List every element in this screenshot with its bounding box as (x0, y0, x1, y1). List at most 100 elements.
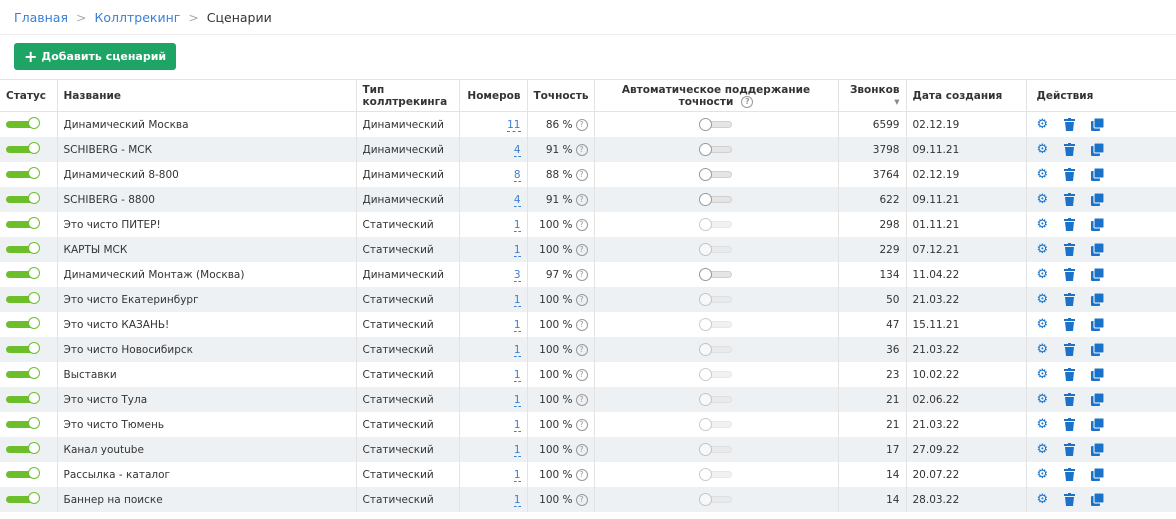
copy-icon[interactable] (1090, 167, 1104, 181)
status-toggle[interactable] (6, 242, 40, 254)
copy-icon[interactable] (1090, 217, 1104, 231)
copy-icon[interactable] (1090, 492, 1104, 506)
breadcrumb-home[interactable]: Главная (14, 10, 68, 25)
help-icon[interactable]: ? (741, 95, 754, 108)
trash-icon[interactable] (1063, 493, 1077, 506)
settings-gear-icon[interactable]: ⚙ (1037, 343, 1050, 356)
copy-icon[interactable] (1090, 267, 1104, 281)
help-icon[interactable]: ? (575, 118, 588, 131)
numbers-link[interactable]: 1 (513, 243, 521, 257)
copy-icon[interactable] (1090, 467, 1104, 481)
settings-gear-icon[interactable]: ⚙ (1037, 293, 1050, 306)
status-toggle[interactable] (6, 392, 40, 404)
numbers-link[interactable]: 1 (513, 218, 521, 232)
copy-icon[interactable] (1090, 342, 1104, 356)
status-toggle[interactable] (6, 317, 40, 329)
numbers-link[interactable]: 1 (513, 443, 521, 457)
trash-icon[interactable] (1063, 168, 1077, 181)
numbers-link[interactable]: 1 (513, 468, 521, 482)
settings-gear-icon[interactable]: ⚙ (1037, 368, 1050, 381)
numbers-link[interactable]: 11 (507, 118, 521, 132)
settings-gear-icon[interactable]: ⚙ (1037, 443, 1050, 456)
status-toggle[interactable] (6, 342, 40, 354)
help-icon[interactable]: ? (575, 218, 588, 231)
trash-icon[interactable] (1063, 143, 1077, 156)
help-icon[interactable]: ? (575, 493, 588, 506)
settings-gear-icon[interactable]: ⚙ (1037, 418, 1050, 431)
trash-icon[interactable] (1063, 468, 1077, 481)
help-icon[interactable]: ? (575, 268, 588, 281)
trash-icon[interactable] (1063, 343, 1077, 356)
help-icon[interactable]: ? (575, 168, 588, 181)
trash-icon[interactable] (1063, 193, 1077, 206)
auto-accuracy-toggle[interactable] (699, 268, 732, 281)
add-scenario-button[interactable]: + Добавить сценарий (14, 43, 177, 70)
trash-icon[interactable] (1063, 118, 1077, 131)
trash-icon[interactable] (1063, 293, 1077, 306)
numbers-link[interactable]: 1 (513, 318, 521, 332)
settings-gear-icon[interactable]: ⚙ (1037, 468, 1050, 481)
copy-icon[interactable] (1090, 242, 1104, 256)
status-toggle[interactable] (6, 492, 40, 504)
settings-gear-icon[interactable]: ⚙ (1037, 143, 1050, 156)
trash-icon[interactable] (1063, 368, 1077, 381)
trash-icon[interactable] (1063, 443, 1077, 456)
settings-gear-icon[interactable]: ⚙ (1037, 493, 1050, 506)
copy-icon[interactable] (1090, 117, 1104, 131)
numbers-link[interactable]: 1 (513, 293, 521, 307)
numbers-link[interactable]: 8 (513, 168, 521, 182)
settings-gear-icon[interactable]: ⚙ (1037, 243, 1050, 256)
help-icon[interactable]: ? (575, 368, 588, 381)
help-icon[interactable]: ? (575, 193, 588, 206)
copy-icon[interactable] (1090, 142, 1104, 156)
status-toggle[interactable] (6, 142, 40, 154)
auto-accuracy-toggle[interactable] (699, 143, 732, 156)
settings-gear-icon[interactable]: ⚙ (1037, 318, 1050, 331)
trash-icon[interactable] (1063, 218, 1077, 231)
help-icon[interactable]: ? (575, 343, 588, 356)
status-toggle[interactable] (6, 267, 40, 279)
col-calls[interactable]: Звонков ▾ (838, 79, 907, 112)
trash-icon[interactable] (1063, 243, 1077, 256)
copy-icon[interactable] (1090, 417, 1104, 431)
settings-gear-icon[interactable]: ⚙ (1037, 118, 1050, 131)
numbers-link[interactable]: 1 (513, 393, 521, 407)
trash-icon[interactable] (1063, 418, 1077, 431)
status-toggle[interactable] (6, 167, 40, 179)
numbers-link[interactable]: 3 (513, 268, 521, 282)
settings-gear-icon[interactable]: ⚙ (1037, 393, 1050, 406)
copy-icon[interactable] (1090, 442, 1104, 456)
numbers-link[interactable]: 1 (513, 418, 521, 432)
numbers-link[interactable]: 1 (513, 368, 521, 382)
help-icon[interactable]: ? (575, 443, 588, 456)
settings-gear-icon[interactable]: ⚙ (1037, 193, 1050, 206)
numbers-link[interactable]: 1 (513, 493, 521, 507)
status-toggle[interactable] (6, 292, 40, 304)
status-toggle[interactable] (6, 217, 40, 229)
trash-icon[interactable] (1063, 318, 1077, 331)
copy-icon[interactable] (1090, 292, 1104, 306)
copy-icon[interactable] (1090, 317, 1104, 331)
status-toggle[interactable] (6, 442, 40, 454)
status-toggle[interactable] (6, 367, 40, 379)
trash-icon[interactable] (1063, 268, 1077, 281)
help-icon[interactable]: ? (575, 143, 588, 156)
settings-gear-icon[interactable]: ⚙ (1037, 168, 1050, 181)
auto-accuracy-toggle[interactable] (699, 168, 732, 181)
numbers-link[interactable]: 4 (513, 193, 521, 207)
numbers-link[interactable]: 4 (513, 143, 521, 157)
trash-icon[interactable] (1063, 393, 1077, 406)
settings-gear-icon[interactable]: ⚙ (1037, 268, 1050, 281)
status-toggle[interactable] (6, 117, 40, 129)
copy-icon[interactable] (1090, 392, 1104, 406)
status-toggle[interactable] (6, 192, 40, 204)
help-icon[interactable]: ? (575, 318, 588, 331)
auto-accuracy-toggle[interactable] (699, 118, 732, 131)
status-toggle[interactable] (6, 417, 40, 429)
numbers-link[interactable]: 1 (513, 343, 521, 357)
auto-accuracy-toggle[interactable] (699, 193, 732, 206)
help-icon[interactable]: ? (575, 243, 588, 256)
help-icon[interactable]: ? (575, 418, 588, 431)
help-icon[interactable]: ? (575, 293, 588, 306)
help-icon[interactable]: ? (575, 393, 588, 406)
